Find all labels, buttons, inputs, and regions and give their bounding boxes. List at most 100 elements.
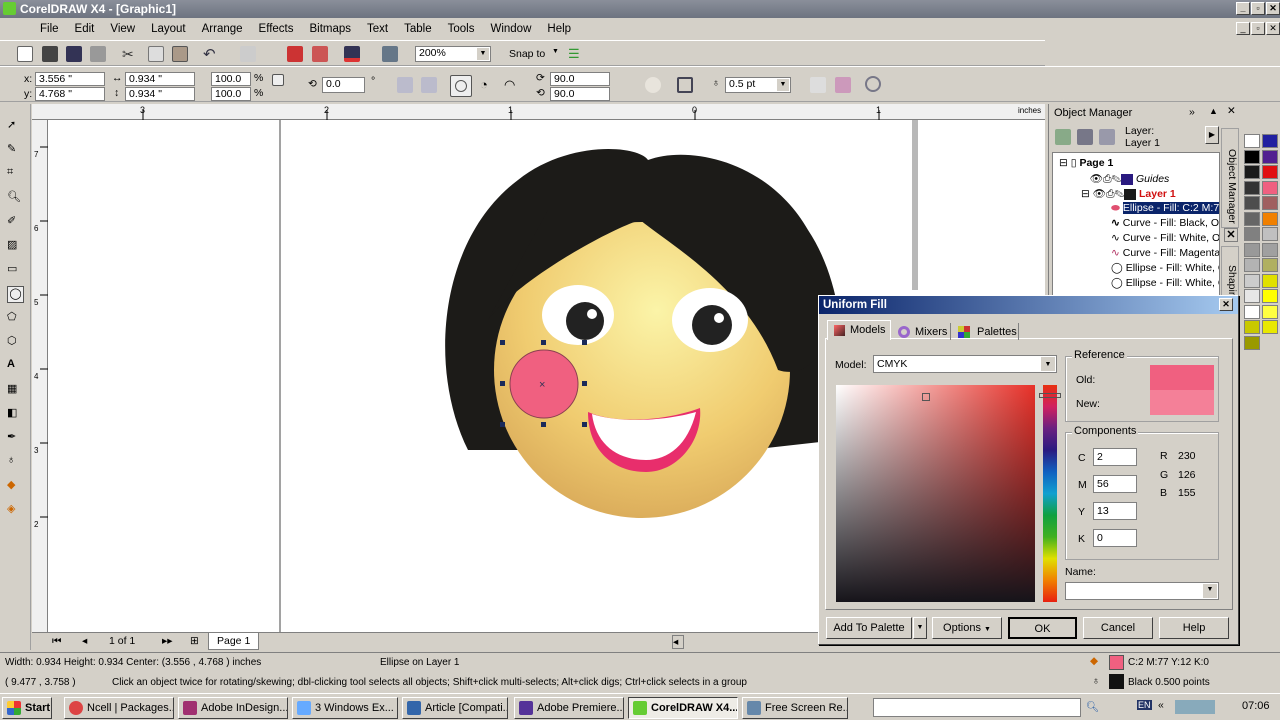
cut-icon[interactable]: ✂ bbox=[122, 46, 138, 62]
search-icon[interactable]: 🔍︎ bbox=[1086, 700, 1099, 713]
ellipse-mode-button[interactable] bbox=[450, 75, 472, 97]
menu-effects[interactable]: Effects bbox=[251, 23, 302, 35]
taskbar-item-premiere[interactable]: Adobe Premiere... bbox=[514, 697, 624, 719]
tab-palettes[interactable]: Palettes bbox=[953, 323, 1019, 340]
color-picker-area[interactable] bbox=[836, 385, 1035, 602]
palette-swatch[interactable] bbox=[1244, 165, 1260, 179]
palette-swatch[interactable] bbox=[1244, 180, 1260, 195]
undo-icon[interactable]: ↶ bbox=[203, 45, 219, 63]
object-tree-item[interactable]: ∿ Curve - Fill: White, Outline bbox=[1111, 232, 1219, 247]
welcome-screen-icon[interactable] bbox=[382, 46, 398, 62]
add-to-palette-button[interactable]: Add To Palette bbox=[826, 617, 912, 639]
vertical-ruler[interactable]: 7 6 5 4 3 2 bbox=[32, 120, 48, 632]
palette-swatch[interactable] bbox=[1244, 335, 1260, 350]
palette-swatch[interactable] bbox=[1244, 304, 1260, 319]
mirror-vertical-icon[interactable] bbox=[421, 77, 437, 93]
eye-icon[interactable]: 👁︎ bbox=[1090, 173, 1103, 185]
crop-tool-icon[interactable]: ⌗ bbox=[7, 166, 24, 183]
palette-swatch[interactable] bbox=[1244, 134, 1260, 148]
end-angle-input[interactable]: 90.0 bbox=[550, 87, 610, 101]
fill-tool-icon[interactable]: ◆ bbox=[7, 478, 24, 495]
pie-mode-icon[interactable]: ◔ bbox=[480, 77, 488, 92]
taskbar-item-coreldraw[interactable]: CorelDRAW X4... bbox=[628, 697, 738, 719]
basic-shapes-icon[interactable]: ⬡ bbox=[7, 334, 24, 351]
ok-button[interactable]: OK bbox=[1008, 617, 1077, 639]
paste-icon[interactable] bbox=[172, 46, 188, 62]
object-tree-item[interactable]: ∿ Curve - Fill: Black, Outline bbox=[1111, 217, 1219, 232]
wrap-text-icon[interactable] bbox=[677, 77, 693, 93]
palette-swatch[interactable] bbox=[1244, 196, 1260, 210]
object-tree-item[interactable]: ◯ Ellipse - Fill: White, Outline bbox=[1111, 262, 1219, 277]
export-icon[interactable] bbox=[312, 46, 328, 62]
outline-tool-icon[interactable]: ♁ bbox=[7, 454, 24, 471]
eyedropper-icon[interactable]: ✒ bbox=[7, 430, 24, 447]
minimize-button[interactable]: _ bbox=[1236, 2, 1250, 15]
page-tab[interactable]: Page 1 bbox=[208, 633, 260, 650]
rotation-input[interactable]: 0.0 bbox=[322, 77, 365, 93]
eye-icon[interactable]: 👁︎ bbox=[1093, 188, 1106, 200]
rectangle-tool-icon[interactable]: ▭ bbox=[7, 262, 24, 279]
palette-swatch[interactable] bbox=[1244, 211, 1260, 226]
polygon-tool-icon[interactable]: ⬠ bbox=[7, 310, 24, 327]
color-name-select[interactable]: ▼ bbox=[1065, 582, 1219, 600]
shape-tool-icon[interactable]: ✎ bbox=[7, 142, 24, 159]
taskbar-item-explorer[interactable]: 3 Windows Ex... bbox=[292, 697, 398, 719]
width-input[interactable]: 0.934 " bbox=[125, 72, 195, 86]
tab-models[interactable]: Models bbox=[827, 320, 891, 340]
outline-color-swatch[interactable] bbox=[1109, 674, 1124, 689]
palette-swatch[interactable] bbox=[1244, 149, 1260, 164]
hue-slider[interactable] bbox=[1039, 385, 1061, 602]
fill-color-swatch[interactable] bbox=[1109, 655, 1124, 670]
prev-page-button[interactable]: ◂ bbox=[82, 635, 87, 647]
object-tree-item[interactable]: ◯ Ellipse - Fill: White, Outline bbox=[1111, 277, 1219, 292]
taskbar-search-input[interactable] bbox=[873, 698, 1081, 717]
dialog-close-button[interactable]: ✕ bbox=[1219, 298, 1233, 311]
hue-slider-handle[interactable] bbox=[1039, 393, 1061, 398]
palette-swatch[interactable] bbox=[1262, 180, 1278, 195]
expand-toggle-icon[interactable]: ⊟ bbox=[1081, 188, 1090, 200]
print-icon[interactable] bbox=[90, 46, 106, 62]
menu-view[interactable]: View bbox=[102, 23, 143, 35]
maximize-button[interactable]: ▫ bbox=[1251, 2, 1265, 15]
palette-swatch[interactable] bbox=[1244, 227, 1260, 241]
palette-swatch[interactable] bbox=[1262, 196, 1278, 210]
docker-close-icon[interactable]: ✕ bbox=[1227, 105, 1236, 117]
expand-icon[interactable]: » bbox=[1189, 106, 1195, 118]
open-icon[interactable] bbox=[42, 46, 58, 62]
snap-options-icon[interactable]: ☰ bbox=[568, 46, 584, 62]
menu-arrange[interactable]: Arrange bbox=[194, 23, 251, 35]
edit-toggle-icon[interactable]: ✎ bbox=[1112, 173, 1122, 185]
menu-text[interactable]: Text bbox=[359, 23, 396, 35]
close-button[interactable]: ✕ bbox=[1266, 2, 1280, 15]
interactive-fill-icon[interactable]: ◈ bbox=[7, 502, 24, 519]
ellipse-tool-icon[interactable]: ◯ bbox=[7, 286, 24, 303]
help-button[interactable]: Help bbox=[1159, 617, 1229, 639]
tab-mixers[interactable]: Mixers bbox=[893, 323, 951, 340]
y-position-input[interactable]: 4.768 " bbox=[35, 87, 105, 101]
next-page-button[interactable]: ▸▸ bbox=[162, 635, 173, 647]
edit-across-layers-icon[interactable] bbox=[1077, 129, 1093, 145]
taskbar-item-word[interactable]: Article [Compati... bbox=[402, 697, 508, 719]
menu-table[interactable]: Table bbox=[396, 23, 440, 35]
start-angle-input[interactable]: 90.0 bbox=[550, 72, 610, 86]
to-back-icon[interactable] bbox=[835, 77, 851, 93]
palette-swatch[interactable] bbox=[1244, 242, 1260, 257]
doc-minimize-button[interactable]: _ bbox=[1236, 22, 1250, 35]
palette-swatch[interactable] bbox=[1262, 211, 1278, 226]
show-properties-icon[interactable] bbox=[1055, 129, 1071, 145]
copy-icon[interactable] bbox=[148, 46, 164, 62]
snap-to-button[interactable]: Snap to bbox=[509, 48, 545, 60]
palette-swatch[interactable] bbox=[1244, 289, 1260, 303]
outline-width-select[interactable]: 0.5 pt ▼ bbox=[725, 77, 791, 93]
collapse-icon[interactable]: ▲ bbox=[1209, 106, 1218, 116]
import-icon[interactable] bbox=[287, 46, 303, 62]
tab-shaping[interactable]: Shaping bbox=[1221, 246, 1239, 300]
tab-object-manager[interactable]: Object Manager bbox=[1221, 128, 1239, 228]
color-picker-marker[interactable] bbox=[922, 393, 930, 401]
expand-toggle-icon[interactable]: ⊟ bbox=[1059, 157, 1068, 169]
palette-swatch[interactable] bbox=[1262, 258, 1278, 272]
doc-restore-button[interactable]: ▫ bbox=[1251, 22, 1265, 35]
object-tree-item[interactable]: ⬬ Ellipse - Fill: C:2 M:77 Y:12 K:0 bbox=[1111, 202, 1219, 217]
palette-swatch[interactable] bbox=[1262, 304, 1278, 319]
palette-swatch[interactable] bbox=[1244, 320, 1260, 334]
